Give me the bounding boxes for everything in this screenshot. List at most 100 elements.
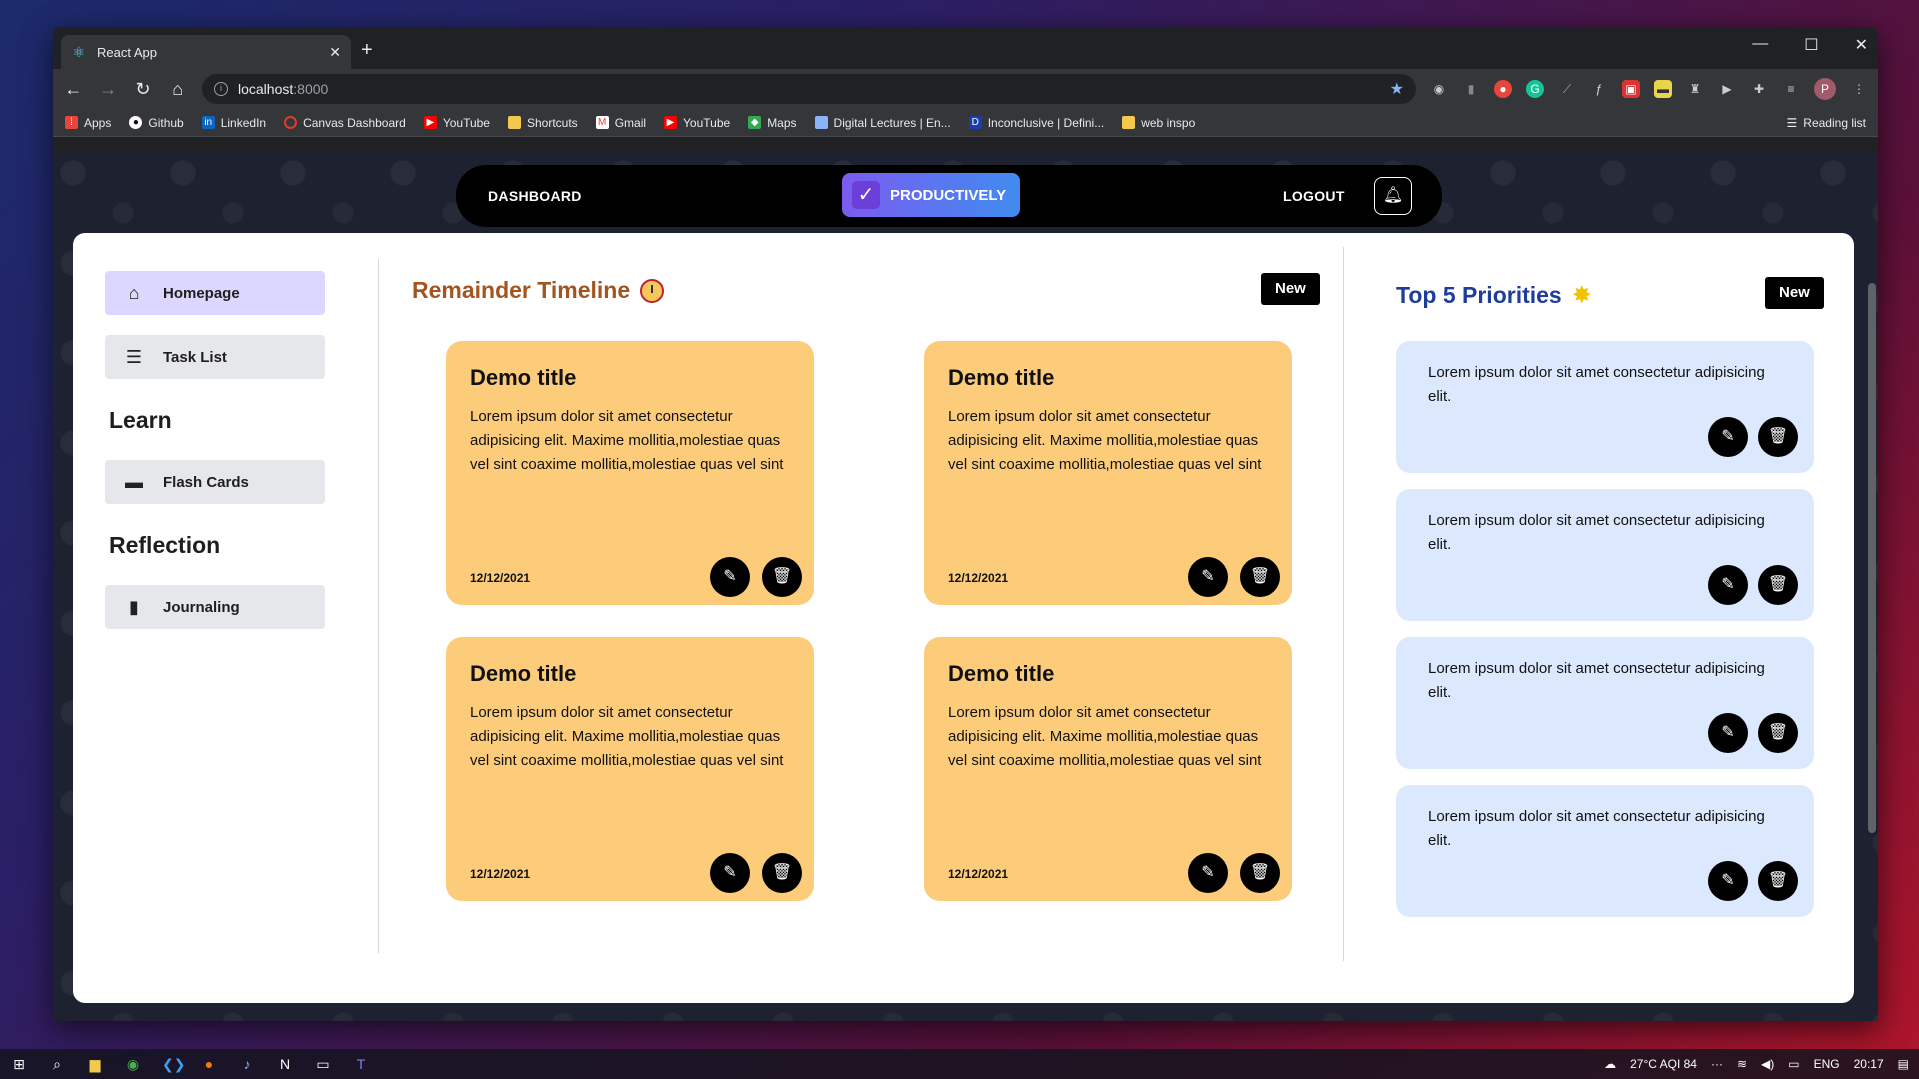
- minimize-button[interactable]: —: [1752, 35, 1768, 55]
- delete-button[interactable]: 🗑︎: [1758, 417, 1798, 457]
- edit-button[interactable]: ✎: [710, 853, 750, 893]
- card-body: Lorem ipsum dolor sit amet consectetur a…: [470, 704, 784, 769]
- bookmark-apps[interactable]: ⁞ Apps: [65, 116, 111, 130]
- linkedin-icon: in: [201, 116, 215, 129]
- extension-icon[interactable]: ▣: [1622, 80, 1640, 98]
- bookmark-star-icon[interactable]: ★: [1390, 79, 1404, 99]
- maximize-button[interactable]: ☐: [1804, 35, 1818, 55]
- reload-icon[interactable]: ↻: [133, 79, 154, 100]
- window-controls: — ☐ ✕: [1752, 35, 1868, 55]
- volume-icon[interactable]: ◀): [1761, 1057, 1774, 1071]
- nav-logout[interactable]: LOGOUT: [1283, 188, 1345, 204]
- extension-icon[interactable]: ⟋: [1558, 80, 1576, 98]
- trash-icon: 🗑︎: [1767, 724, 1789, 741]
- weather-text[interactable]: 27°C AQI 84: [1630, 1057, 1697, 1071]
- edit-button[interactable]: ✎: [1708, 565, 1748, 605]
- brand-logo[interactable]: ✓ PRODUCTIVELY: [842, 173, 1020, 217]
- windows-taskbar: ⊞ ⌕ ▆ ◉ ❮❯ ● ♪ N ▭ T ☁ 27°C AQI 84 ··· ≋…: [0, 1049, 1919, 1079]
- edit-button[interactable]: ✎: [1708, 417, 1748, 457]
- sidebar: ⌂ Homepage ☰ Task List Learn ▬ Flash Car…: [105, 271, 325, 649]
- notion-icon[interactable]: N: [276, 1055, 294, 1073]
- back-icon[interactable]: ←: [63, 79, 84, 100]
- edit-button[interactable]: ✎: [1188, 853, 1228, 893]
- delete-button[interactable]: 🗑︎: [1758, 861, 1798, 901]
- bookmark-linkedin[interactable]: in LinkedIn: [201, 116, 266, 130]
- bell-icon[interactable]: 🔔︎: [1374, 177, 1412, 215]
- apps-grid-icon: ⁞: [65, 116, 78, 129]
- reading-mode-icon[interactable]: ≡: [1782, 80, 1800, 98]
- pencil-icon: ✎: [1721, 724, 1735, 741]
- search-icon[interactable]: ⌕: [48, 1055, 66, 1073]
- reminder-card: Demo title Lorem ipsum dolor sit amet co…: [446, 637, 814, 901]
- bookmark-github[interactable]: ● Github: [129, 116, 184, 130]
- extension-icon[interactable]: ƒ: [1590, 80, 1608, 98]
- bookmark-youtube-2[interactable]: ▶ YouTube: [664, 116, 730, 130]
- info-icon[interactable]: i: [214, 82, 228, 96]
- close-window-button[interactable]: ✕: [1855, 35, 1868, 55]
- home-icon[interactable]: ⌂: [167, 79, 188, 100]
- delete-button[interactable]: 🗑︎: [1758, 565, 1798, 605]
- extensions-row: ◉ ▮ ● G ⟋ ƒ ▣ ▬ ♜ ▶ ✚ ≡ P ⋮: [1430, 78, 1868, 100]
- edit-button[interactable]: ✎: [1188, 557, 1228, 597]
- nav-dashboard[interactable]: DASHBOARD: [488, 188, 582, 204]
- new-priority-button[interactable]: New: [1765, 277, 1824, 309]
- scrollbar[interactable]: [1868, 283, 1876, 833]
- folder-icon: [1122, 116, 1136, 129]
- chrome-icon[interactable]: ◉: [124, 1055, 142, 1073]
- sidebar-item-task-list[interactable]: ☰ Task List: [105, 335, 325, 379]
- bookmark-digital-lectures[interactable]: Digital Lectures | En...: [814, 116, 951, 130]
- close-tab-icon[interactable]: ✕: [329, 44, 341, 61]
- delete-button[interactable]: 🗑︎: [1240, 557, 1280, 597]
- bookmark-inconclusive[interactable]: D Inconclusive | Defini...: [968, 116, 1104, 130]
- bookmark-youtube[interactable]: ▶ YouTube: [423, 116, 490, 130]
- file-explorer-icon[interactable]: ▆: [86, 1055, 104, 1073]
- extension-icon[interactable]: ▬: [1654, 80, 1672, 98]
- reading-list[interactable]: ☰ Reading list: [1787, 116, 1866, 130]
- puzzle-icon[interactable]: ✚: [1750, 80, 1768, 98]
- forward-icon[interactable]: →: [98, 79, 119, 100]
- terminal-icon[interactable]: ▭: [314, 1055, 332, 1073]
- windows-start-icon[interactable]: ⊞: [10, 1055, 28, 1073]
- delete-button[interactable]: 🗑︎: [762, 853, 802, 893]
- address-bar[interactable]: i localhost:8000 ★: [202, 74, 1416, 104]
- app-icon[interactable]: ♪: [238, 1055, 256, 1073]
- new-reminder-button[interactable]: New: [1261, 273, 1320, 305]
- extension-icon[interactable]: ▶: [1718, 80, 1736, 98]
- clock[interactable]: 20:17: [1854, 1057, 1884, 1071]
- language-indicator[interactable]: ENG: [1814, 1057, 1840, 1071]
- section-heading-learn: Learn: [109, 407, 172, 433]
- bookmark-web-inspo[interactable]: web inspo: [1122, 116, 1195, 130]
- wifi-icon[interactable]: ≋: [1737, 1057, 1747, 1071]
- sidebar-item-journaling[interactable]: ▮ Journaling: [105, 585, 325, 629]
- vscode-icon[interactable]: ❮❯: [162, 1055, 185, 1073]
- sidebar-item-flash-cards[interactable]: ▬ Flash Cards: [105, 460, 325, 504]
- delete-button[interactable]: 🗑︎: [1240, 853, 1280, 893]
- extension-icon[interactable]: ▮: [1462, 80, 1480, 98]
- bookmark-maps[interactable]: ◆ Maps: [748, 116, 797, 130]
- extension-icon[interactable]: ♜: [1686, 80, 1704, 98]
- top-navbar: DASHBOARD ✓ PRODUCTIVELY LOGOUT 🔔︎: [456, 165, 1442, 227]
- bookmark-shortcuts[interactable]: Shortcuts: [507, 116, 578, 130]
- avatar[interactable]: P: [1814, 78, 1836, 100]
- sidebar-item-homepage[interactable]: ⌂ Homepage: [105, 271, 325, 315]
- new-tab-button[interactable]: +: [361, 39, 373, 62]
- teams-icon[interactable]: T: [352, 1055, 370, 1073]
- grammarly-icon[interactable]: G: [1526, 80, 1544, 98]
- extension-icon[interactable]: ●: [1494, 80, 1512, 98]
- browser-tab[interactable]: ⚛ React App ✕: [61, 35, 351, 69]
- delete-button[interactable]: 🗑︎: [1758, 713, 1798, 753]
- bookmark-canvas[interactable]: Canvas Dashboard: [284, 116, 406, 130]
- edit-button[interactable]: ✎: [710, 557, 750, 597]
- menu-kebab-icon[interactable]: ⋮: [1850, 80, 1868, 98]
- edit-button[interactable]: ✎: [1708, 713, 1748, 753]
- extension-icon[interactable]: ◉: [1430, 80, 1448, 98]
- notification-icon[interactable]: ▤: [1898, 1057, 1909, 1071]
- battery-icon[interactable]: ▭: [1788, 1057, 1799, 1071]
- delete-button[interactable]: 🗑︎: [762, 557, 802, 597]
- edit-button[interactable]: ✎: [1708, 861, 1748, 901]
- tray-overflow[interactable]: ···: [1711, 1057, 1723, 1071]
- priority-text: Lorem ipsum dolor sit amet consectetur a…: [1428, 364, 1765, 405]
- trash-icon: 🗑︎: [771, 864, 793, 881]
- app-icon[interactable]: ●: [200, 1055, 218, 1073]
- bookmark-gmail[interactable]: M Gmail: [595, 116, 646, 130]
